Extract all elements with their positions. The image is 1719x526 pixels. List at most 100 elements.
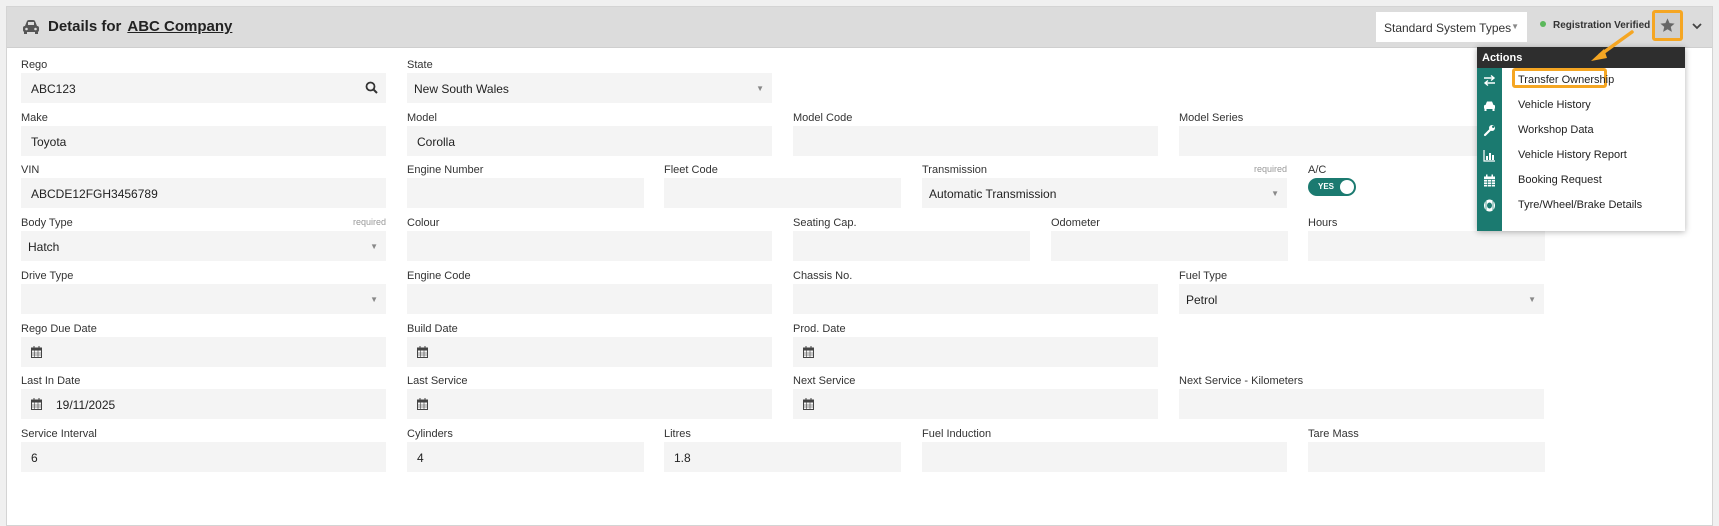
next-service-label: Next Service — [793, 375, 856, 387]
chassis-no-label: Chassis No. — [793, 270, 853, 282]
dropdown-caret-icon: ▼ — [756, 84, 764, 93]
transmission-value: Automatic Transmission — [929, 187, 1057, 201]
service-interval-input[interactable]: 6 — [21, 442, 386, 472]
model-value: Corolla — [417, 135, 456, 149]
last-service-label: Last Service — [407, 375, 468, 387]
body-type-select[interactable]: Hatch ▼ — [21, 231, 386, 261]
drive-type-select[interactable]: ▼ — [21, 284, 386, 314]
transfer-icon — [1483, 74, 1496, 87]
calendar-icon — [31, 346, 42, 358]
rego-input[interactable]: ABC123 — [21, 73, 386, 103]
fuel-type-select[interactable]: Petrol ▼ — [1179, 284, 1544, 314]
odometer-label: Odometer — [1051, 217, 1100, 229]
prod-date-input[interactable] — [793, 337, 1158, 367]
dropdown-caret-icon: ▼ — [1511, 22, 1519, 31]
chevron-down-icon[interactable] — [1691, 20, 1703, 32]
build-date-input[interactable] — [407, 337, 772, 367]
ac-label: A/C — [1308, 164, 1327, 176]
fuel-induction-input[interactable] — [922, 442, 1287, 472]
seating-cap-label: Seating Cap. — [793, 217, 857, 229]
transmission-label: Transmission — [922, 164, 987, 176]
make-input[interactable]: Toyota — [21, 126, 386, 156]
engine-code-input[interactable] — [407, 284, 772, 314]
action-booking-request[interactable]: Booking Request — [1477, 168, 1685, 193]
engine-code-label: Engine Code — [407, 270, 471, 282]
fuel-type-label: Fuel Type — [1179, 270, 1228, 282]
page-title: Details for ABC Company — [48, 18, 232, 35]
make-label: Make — [21, 112, 48, 124]
rego-value: ABC123 — [31, 82, 76, 96]
fleet-code-input[interactable] — [664, 178, 901, 208]
model-series-label: Model Series — [1179, 112, 1244, 124]
colour-input[interactable] — [407, 231, 772, 261]
wrench-icon — [1483, 125, 1495, 137]
hours-input[interactable] — [1308, 231, 1545, 261]
ac-toggle[interactable]: YES — [1308, 178, 1356, 196]
vin-value: ABCDE12FGH3456789 — [31, 187, 158, 201]
status-dot-icon — [1540, 21, 1546, 27]
cylinders-label: Cylinders — [407, 428, 453, 440]
action-label: Vehicle History — [1518, 99, 1591, 111]
vehicle-details-panel: Details for ABC Company Standard System T… — [6, 6, 1713, 526]
fuel-type-value: Petrol — [1186, 293, 1218, 307]
toggle-knob — [1340, 180, 1354, 194]
ac-toggle-text: YES — [1318, 182, 1335, 191]
litres-input[interactable]: 1.8 — [664, 442, 901, 472]
search-icon[interactable] — [365, 81, 378, 94]
rego-due-date-input[interactable] — [21, 337, 386, 367]
litres-value: 1.8 — [674, 451, 691, 465]
panel-header: Details for ABC Company Standard System T… — [7, 7, 1712, 48]
state-select[interactable]: New South Wales ▼ — [407, 73, 772, 103]
action-label: Transfer Ownership — [1518, 74, 1615, 86]
next-service-input[interactable] — [793, 389, 1158, 419]
dropdown-caret-icon: ▼ — [1271, 189, 1279, 198]
rego-label: Rego — [21, 59, 48, 71]
registration-status: Registration Verified — [1540, 20, 1650, 31]
transmission-select[interactable]: Automatic Transmission ▼ — [922, 178, 1287, 208]
action-label: Workshop Data — [1518, 124, 1594, 136]
car-icon — [1484, 101, 1495, 111]
required-indicator: required — [352, 217, 386, 227]
action-tyre-wheel-brake-details[interactable]: Tyre/Wheel/Brake Details — [1477, 193, 1685, 218]
action-label: Vehicle History Report — [1518, 149, 1627, 161]
engine-number-input[interactable] — [407, 178, 644, 208]
car-icon — [23, 20, 39, 34]
last-service-input[interactable] — [407, 389, 772, 419]
chassis-no-input[interactable] — [793, 284, 1158, 314]
model-code-label: Model Code — [793, 112, 853, 124]
actions-menu-title: Actions — [1477, 47, 1685, 68]
favourite-star-button[interactable] — [1652, 10, 1683, 41]
system-types-value: Standard System Types — [1384, 21, 1512, 35]
cylinders-input[interactable]: 4 — [407, 442, 644, 472]
fleet-code-label: Fleet Code — [664, 164, 718, 176]
build-date-label: Build Date — [407, 323, 458, 335]
company-link[interactable]: ABC Company — [127, 18, 232, 35]
action-vehicle-history-report[interactable]: Vehicle History Report — [1477, 143, 1685, 168]
make-value: Toyota — [31, 135, 67, 149]
vin-label: VIN — [21, 164, 40, 176]
vin-input[interactable]: ABCDE12FGH3456789 — [21, 178, 386, 208]
model-code-input[interactable] — [793, 126, 1158, 156]
last-in-date-input[interactable]: 19/11/2025 — [21, 389, 386, 419]
tyre-icon — [1484, 199, 1495, 212]
system-types-select[interactable]: Standard System Types ▼ — [1376, 12, 1527, 42]
service-interval-label: Service Interval — [21, 428, 97, 440]
engine-number-label: Engine Number — [407, 164, 484, 176]
litres-label: Litres — [664, 428, 691, 440]
state-label: State — [407, 59, 433, 71]
registration-status-label: Registration Verified — [1553, 20, 1651, 31]
hours-label: Hours — [1308, 217, 1338, 229]
next-service-km-input[interactable] — [1179, 389, 1544, 419]
action-workshop-data[interactable]: Workshop Data — [1477, 118, 1685, 143]
odometer-input[interactable] — [1051, 231, 1288, 261]
tare-mass-input[interactable] — [1308, 442, 1545, 472]
action-transfer-ownership[interactable]: Transfer Ownership — [1477, 68, 1685, 93]
seating-cap-input[interactable] — [793, 231, 1030, 261]
model-input[interactable]: Corolla — [407, 126, 772, 156]
tare-mass-label: Tare Mass — [1308, 428, 1359, 440]
action-vehicle-history[interactable]: Vehicle History — [1477, 93, 1685, 118]
dropdown-caret-icon: ▼ — [1528, 295, 1536, 304]
body-type-value: Hatch — [28, 240, 60, 254]
calendar-icon — [803, 398, 814, 410]
colour-label: Colour — [407, 217, 440, 229]
